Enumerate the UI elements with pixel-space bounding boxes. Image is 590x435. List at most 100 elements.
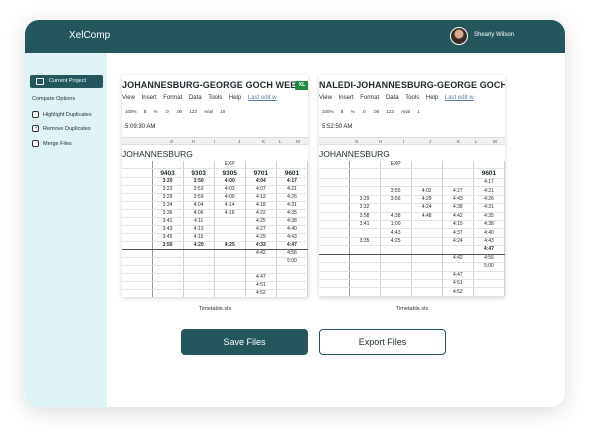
option-highlight-duplicates[interactable]: Highlight Duplicates: [32, 110, 104, 120]
table-cell[interactable]: [152, 273, 184, 282]
decimal-decrease-button[interactable]: .0: [362, 109, 366, 114]
table-cell[interactable]: 4:15: [183, 233, 215, 242]
table-cell[interactable]: [380, 262, 412, 272]
table-cell[interactable]: 4:43: [473, 237, 505, 247]
column-header[interactable]: G: [170, 139, 174, 144]
table-cell[interactable]: [349, 279, 381, 289]
table-cell[interactable]: [380, 279, 412, 289]
table-cell[interactable]: [122, 289, 153, 297]
table-cell[interactable]: [214, 289, 246, 297]
table-cell[interactable]: 4:03: [214, 185, 246, 194]
table-cell[interactable]: 3:34: [152, 201, 184, 210]
user-name[interactable]: Shearly Wilson: [474, 32, 514, 38]
table-cell[interactable]: 4:42: [442, 254, 474, 264]
table-cell[interactable]: 3:50: [183, 177, 215, 186]
table-cell[interactable]: 4:42: [442, 212, 474, 222]
table-cell[interactable]: 4:13: [245, 193, 277, 202]
table-cell[interactable]: 4:52: [245, 289, 277, 297]
table-cell[interactable]: 4:25: [214, 241, 246, 250]
table-cell[interactable]: [276, 273, 308, 282]
table-cell[interactable]: 4:47: [276, 241, 308, 250]
table-cell[interactable]: 4:26: [473, 195, 505, 205]
table-cell[interactable]: [214, 265, 246, 274]
avatar[interactable]: [450, 27, 468, 45]
table-cell[interactable]: [380, 271, 412, 280]
menu-format[interactable]: Format: [163, 95, 182, 101]
table-cell[interactable]: 3:41: [349, 220, 381, 230]
table-cell[interactable]: [319, 254, 350, 264]
table-cell[interactable]: [380, 254, 412, 264]
table-cell[interactable]: 4:07: [245, 185, 277, 194]
table-cell[interactable]: [319, 203, 350, 213]
table-cell[interactable]: [319, 228, 350, 238]
table-cell[interactable]: [122, 233, 153, 242]
table-cell[interactable]: 4:26: [276, 193, 308, 202]
table-cell[interactable]: [380, 287, 412, 297]
menu-help[interactable]: Help: [426, 95, 438, 101]
option-merge-files[interactable]: Merge Files: [32, 139, 104, 149]
table-cell[interactable]: [349, 271, 381, 280]
table-cell[interactable]: [442, 245, 474, 255]
table-cell[interactable]: 4:56: [276, 249, 308, 258]
table-cell[interactable]: [122, 257, 153, 266]
table-cell[interactable]: 4:38: [276, 217, 308, 226]
menu-help[interactable]: Help: [229, 95, 241, 101]
table-cell[interactable]: 4:31: [473, 203, 505, 213]
table-cell[interactable]: [276, 281, 308, 290]
table-cell[interactable]: [319, 212, 350, 222]
train-number[interactable]: [411, 168, 443, 179]
table-cell[interactable]: 4:40: [473, 228, 505, 238]
percent-button[interactable]: %: [351, 109, 355, 114]
table-cell[interactable]: 4:24: [411, 203, 443, 213]
table-cell[interactable]: [122, 193, 153, 202]
table-cell[interactable]: 3:32: [349, 203, 381, 213]
menu-format[interactable]: Format: [360, 95, 379, 101]
table-cell[interactable]: [319, 262, 350, 272]
menu-view[interactable]: View: [319, 95, 332, 101]
table-cell[interactable]: [245, 257, 277, 266]
table-cell[interactable]: [152, 249, 184, 258]
table-cell[interactable]: 3:41: [152, 217, 184, 226]
table-cell[interactable]: [319, 271, 350, 280]
table-cell[interactable]: 4:48: [411, 212, 443, 222]
train-number[interactable]: [442, 168, 474, 179]
menu-insert[interactable]: Insert: [339, 95, 354, 101]
train-number[interactable]: 9601: [276, 168, 308, 178]
table-cell[interactable]: [380, 245, 412, 255]
table-cell[interactable]: 3:56: [380, 195, 412, 205]
table-cell[interactable]: 3:43: [152, 225, 184, 234]
table-cell[interactable]: 4:11: [183, 217, 215, 226]
table-cell[interactable]: [349, 245, 381, 255]
table-cell[interactable]: 5:00: [473, 262, 505, 272]
table-cell[interactable]: 3:50: [152, 241, 184, 250]
table-cell[interactable]: [122, 185, 153, 194]
column-header[interactable]: K: [457, 139, 460, 144]
table-cell[interactable]: 4:29: [245, 233, 277, 242]
table-cell[interactable]: [122, 273, 153, 282]
table-cell[interactable]: 4:24: [442, 237, 474, 247]
column-header[interactable]: I: [214, 139, 215, 144]
table-cell[interactable]: [214, 257, 246, 266]
table-cell[interactable]: 3:35: [349, 237, 381, 247]
table-cell[interactable]: 3:29: [349, 195, 381, 205]
decimal-increase-button[interactable]: .00: [373, 109, 379, 114]
menu-data[interactable]: Data: [386, 95, 399, 101]
train-number[interactable]: 9601: [473, 168, 505, 179]
column-header[interactable]: K: [262, 139, 265, 144]
table-cell[interactable]: 4:25: [380, 237, 412, 247]
table-cell[interactable]: 4:47: [442, 271, 474, 280]
menu-tools[interactable]: Tools: [405, 95, 419, 101]
export-files-button[interactable]: Export Files: [319, 329, 446, 355]
table-cell[interactable]: [122, 265, 153, 274]
last-edit-link[interactable]: Last edit w: [445, 95, 474, 101]
menu-data[interactable]: Data: [189, 95, 202, 101]
train-number[interactable]: 9305: [214, 168, 246, 178]
train-number[interactable]: [349, 168, 381, 179]
table-cell[interactable]: [122, 177, 153, 186]
checkbox[interactable]: [32, 111, 39, 118]
table-cell[interactable]: [183, 257, 215, 266]
table-cell[interactable]: [152, 257, 184, 266]
column-header[interactable]: J: [238, 139, 240, 144]
table-cell[interactable]: 4:35: [473, 212, 505, 222]
table-cell[interactable]: [319, 186, 350, 196]
